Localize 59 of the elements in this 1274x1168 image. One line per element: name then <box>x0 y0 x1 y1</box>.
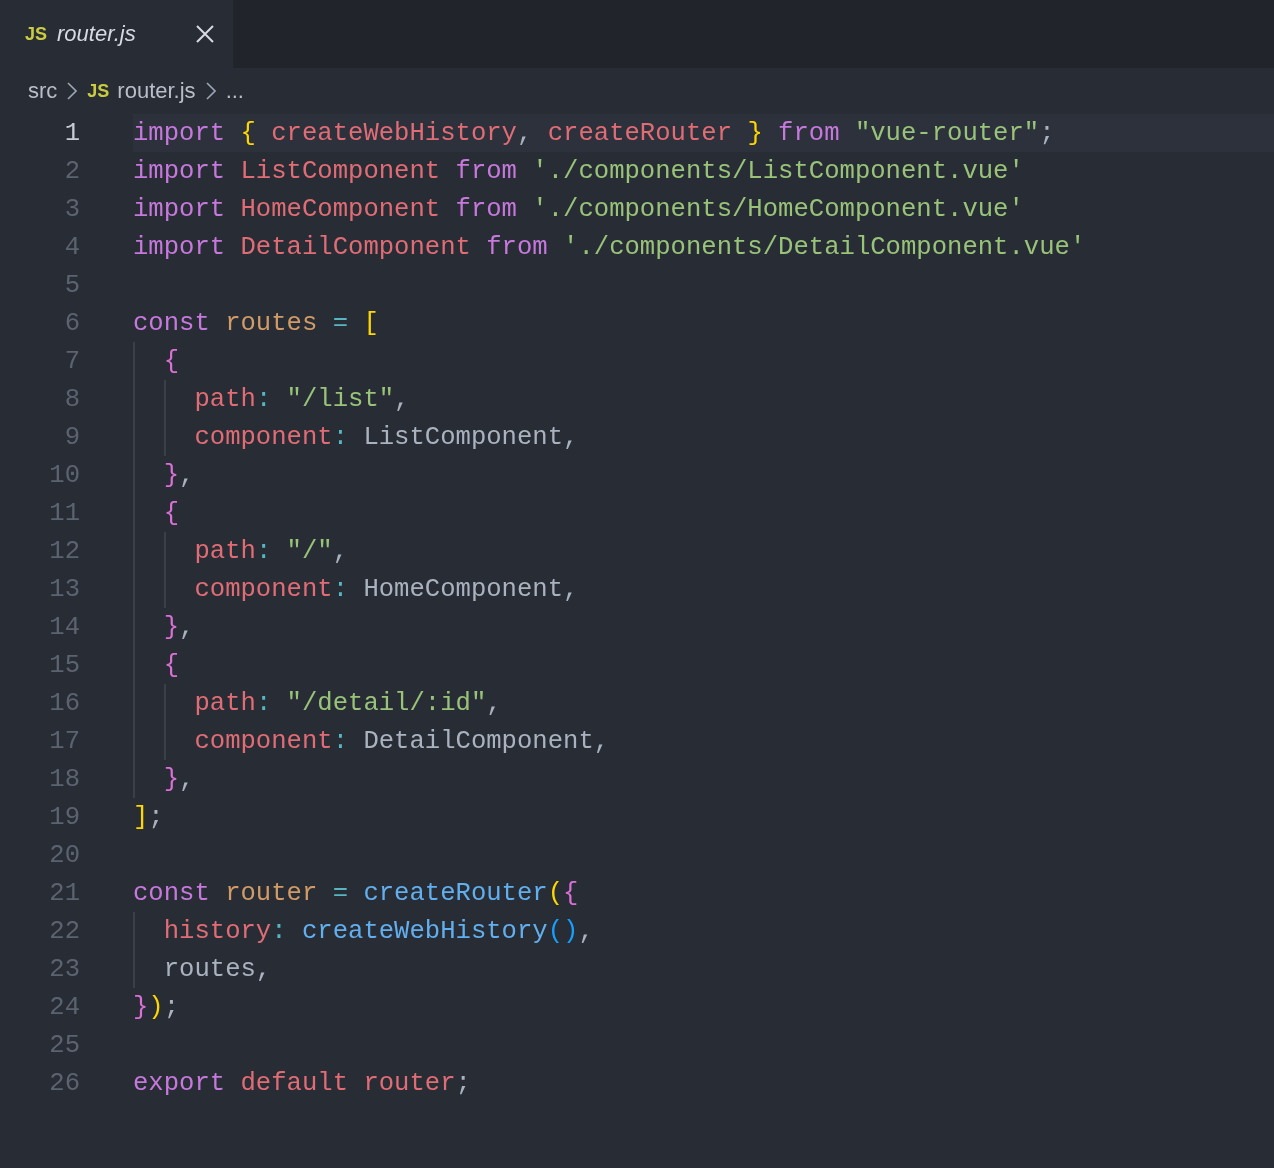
code-line: path: "/list", <box>193 384 410 414</box>
code-line: import DetailComponent from './components/DetailComponent.vue' <box>133 232 1086 262</box>
line-number: 2 <box>63 156 80 186</box>
line-number: 26 <box>48 1068 80 1098</box>
close-icon[interactable] <box>195 24 215 44</box>
code-line: component: HomeComponent, <box>193 574 579 604</box>
code-line: path: "/", <box>193 536 349 566</box>
line-number: 21 <box>48 878 80 908</box>
line-number: 25 <box>48 1030 80 1060</box>
code-line: import ListComponent from './components/ListComponent.vue' <box>133 156 1024 186</box>
line-number: 4 <box>63 232 80 262</box>
line-number: 18 <box>48 764 80 794</box>
code-line: { <box>162 498 180 528</box>
line-number: 20 <box>48 840 80 870</box>
line-number: 15 <box>48 650 80 680</box>
tab-label: router.js <box>57 21 137 47</box>
line-number: 14 <box>48 612 80 642</box>
code-line: const routes = [ <box>133 308 379 338</box>
breadcrumb-item[interactable]: ... <box>225 78 244 104</box>
code-line: component: ListComponent, <box>193 422 579 452</box>
line-number: 12 <box>48 536 80 566</box>
line-number: 24 <box>48 992 80 1022</box>
editor-tab[interactable]: JS router.js <box>0 0 233 68</box>
line-number: 5 <box>63 270 80 300</box>
chevron-right-icon <box>205 81 216 101</box>
line-number: 11 <box>48 498 80 528</box>
line-number: 19 <box>48 802 80 832</box>
code-line: }); <box>133 992 180 1022</box>
code-line: ]; <box>133 802 164 832</box>
code-line: const router = createRouter({ <box>133 878 579 908</box>
code-line: }, <box>162 460 195 490</box>
code-line: history: createWebHistory(), <box>162 916 594 946</box>
chevron-right-icon <box>67 81 78 101</box>
code-line: import HomeComponent from './components/HomeComponent.vue' <box>133 194 1024 224</box>
line-number: 1 <box>63 118 80 148</box>
code-line: }, <box>162 612 195 642</box>
js-label: JS <box>25 23 48 45</box>
line-number: 22 <box>48 916 80 946</box>
code-line: export default router; <box>133 1068 471 1098</box>
line-number: 8 <box>63 384 80 414</box>
breadcrumb-item[interactable]: src <box>28 78 58 104</box>
line-number: 16 <box>48 688 80 718</box>
code-line: }, <box>162 764 195 794</box>
line-number: 7 <box>63 346 80 376</box>
breadcrumb-item[interactable]: router.js <box>117 78 196 104</box>
line-number: 13 <box>48 574 80 604</box>
code-line: routes, <box>162 954 272 984</box>
code-line: import { createWebHistory, createRouter } from "vue-router"; <box>133 118 1055 148</box>
line-number: 9 <box>63 422 80 452</box>
code-line: { <box>162 346 180 376</box>
line-number: 17 <box>48 726 80 756</box>
js-label: JS <box>87 80 110 102</box>
line-number: 23 <box>48 954 80 984</box>
line-number: 3 <box>63 194 80 224</box>
line-number: 6 <box>63 308 80 338</box>
code-line: component: DetailComponent, <box>193 726 610 756</box>
code-line: { <box>162 650 180 680</box>
line-number: 10 <box>48 460 80 490</box>
code-line: path: "/detail/:id", <box>193 688 502 718</box>
